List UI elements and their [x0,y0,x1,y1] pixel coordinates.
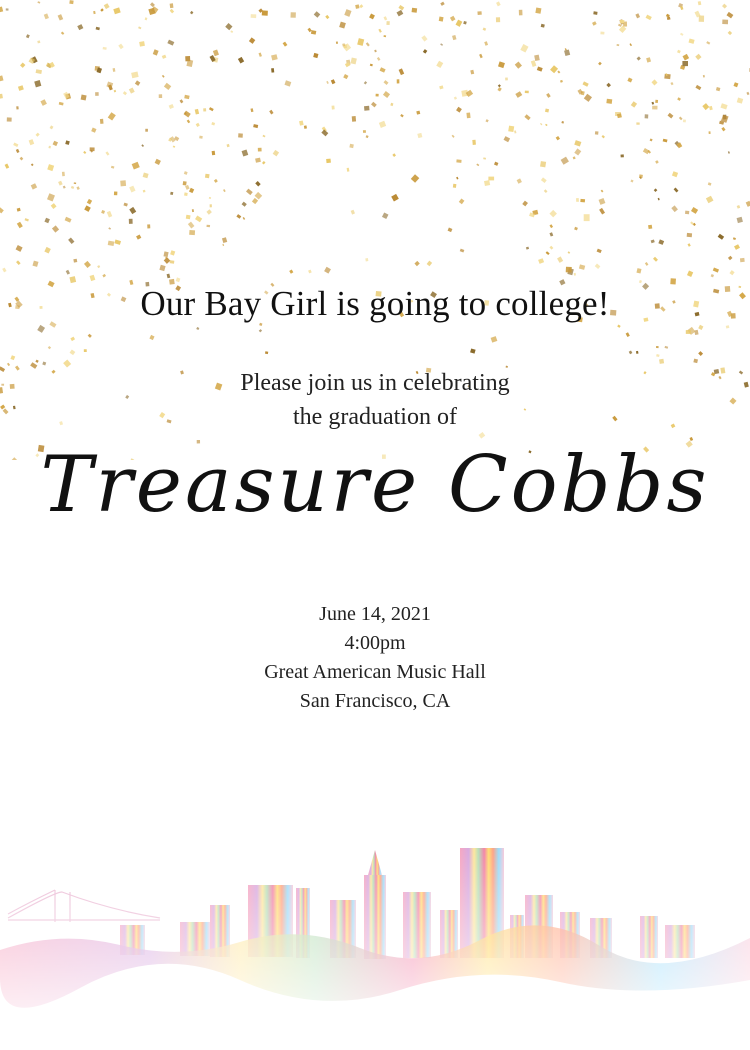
watercolor-skyline-illustration [0,830,750,1030]
event-details: June 14, 2021 4:00pm Great American Musi… [0,600,750,716]
intro-line-1: Please join us in celebrating [240,370,510,396]
intro-line-2: the graduation of [293,404,457,430]
event-time: 4:00pm [344,632,406,654]
event-date: June 14, 2021 [319,603,431,625]
event-location: San Francisco, CA [299,690,451,712]
intro-text: Please join us in celebrating the gradua… [0,366,750,434]
graduate-name: Treasure Cobbs [40,440,710,530]
headline: Our Bay Girl is going to college! [140,284,610,323]
event-venue: Great American Music Hall [264,661,486,683]
